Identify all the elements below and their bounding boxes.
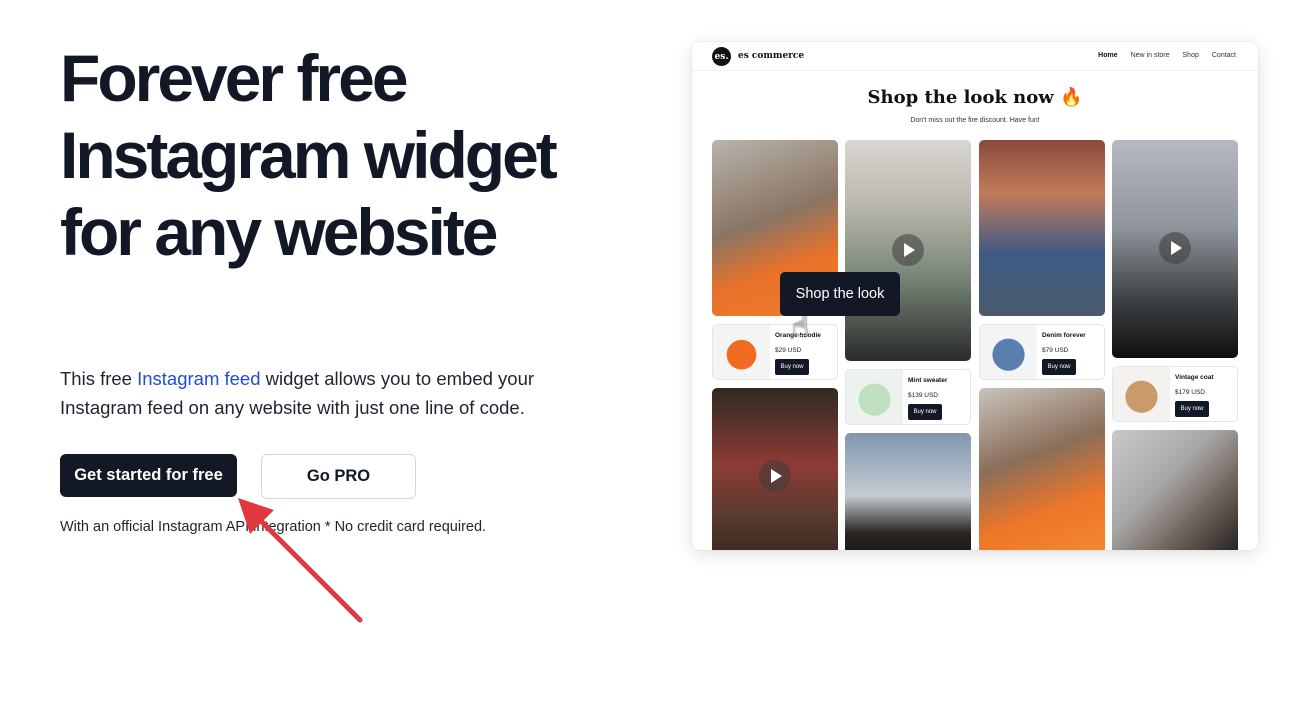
store-logo: es.	[712, 47, 731, 66]
photo-tile[interactable]	[845, 433, 971, 550]
product-thumbnail	[846, 370, 904, 424]
hand-cursor-icon: ☝	[792, 311, 810, 342]
hero-desc-text: This free	[60, 368, 138, 389]
product-price: $139 USD	[908, 392, 938, 399]
product-name: Mint sweater	[908, 377, 948, 384]
product-price: $79 USD	[1042, 347, 1069, 354]
nav-home[interactable]: Home	[1098, 52, 1117, 59]
product-thumbnail	[713, 325, 771, 379]
nav-contact[interactable]: Contact	[1212, 52, 1236, 59]
product-name: Denim forever	[1042, 332, 1086, 339]
product-card[interactable]: Mint sweater $139 USD Buy now	[845, 369, 971, 425]
product-price: $179 USD	[1175, 389, 1205, 396]
play-icon[interactable]	[892, 234, 924, 266]
video-tile[interactable]	[845, 140, 971, 361]
buy-now-button[interactable]: Buy now	[1175, 401, 1209, 417]
photo-tile[interactable]	[1112, 430, 1238, 550]
photo-tile[interactable]	[979, 388, 1105, 550]
play-icon[interactable]	[759, 460, 791, 492]
preview-title: Shop the look now 🔥	[867, 87, 1083, 108]
widget-preview: es. es commerce Home New in store Shop C…	[692, 42, 1258, 550]
product-price: $29 USD	[775, 347, 802, 354]
hero-description: This free Instagram feed widget allows y…	[60, 364, 560, 422]
get-started-button[interactable]: Get started for free	[60, 454, 237, 497]
preview-nav-links: Home New in store Shop Contact	[1098, 52, 1236, 59]
buy-now-button[interactable]: Buy now	[1042, 359, 1076, 375]
product-name: Vintage coat	[1175, 374, 1214, 381]
product-thumbnail	[1113, 367, 1171, 421]
video-tile[interactable]	[1112, 140, 1238, 358]
store-brand: es commerce	[738, 51, 805, 61]
red-arrow-icon	[238, 498, 363, 623]
product-card[interactable]: Denim forever $79 USD Buy now	[979, 324, 1105, 380]
play-icon[interactable]	[1159, 232, 1191, 264]
video-tile[interactable]	[712, 388, 838, 550]
product-thumbnail	[980, 325, 1038, 379]
nav-shop[interactable]: Shop	[1183, 52, 1199, 59]
product-card[interactable]: Vintage coat $179 USD Buy now	[1112, 366, 1238, 422]
preview-subtitle: Don't miss out the fire discount. Have f…	[910, 117, 1040, 124]
photo-tile[interactable]	[979, 140, 1105, 316]
buy-now-button[interactable]: Buy now	[908, 404, 942, 420]
nav-new-in-store[interactable]: New in store	[1131, 52, 1170, 59]
preview-navbar: es. es commerce Home New in store Shop C…	[692, 42, 1258, 71]
hero-title: Forever free Instagram widget for any we…	[60, 41, 558, 269]
buy-now-button[interactable]: Buy now	[775, 359, 809, 375]
product-card[interactable]: Orange hoodie $29 USD Buy now	[712, 324, 838, 380]
instagram-feed-link[interactable]: Instagram feed	[137, 368, 260, 389]
